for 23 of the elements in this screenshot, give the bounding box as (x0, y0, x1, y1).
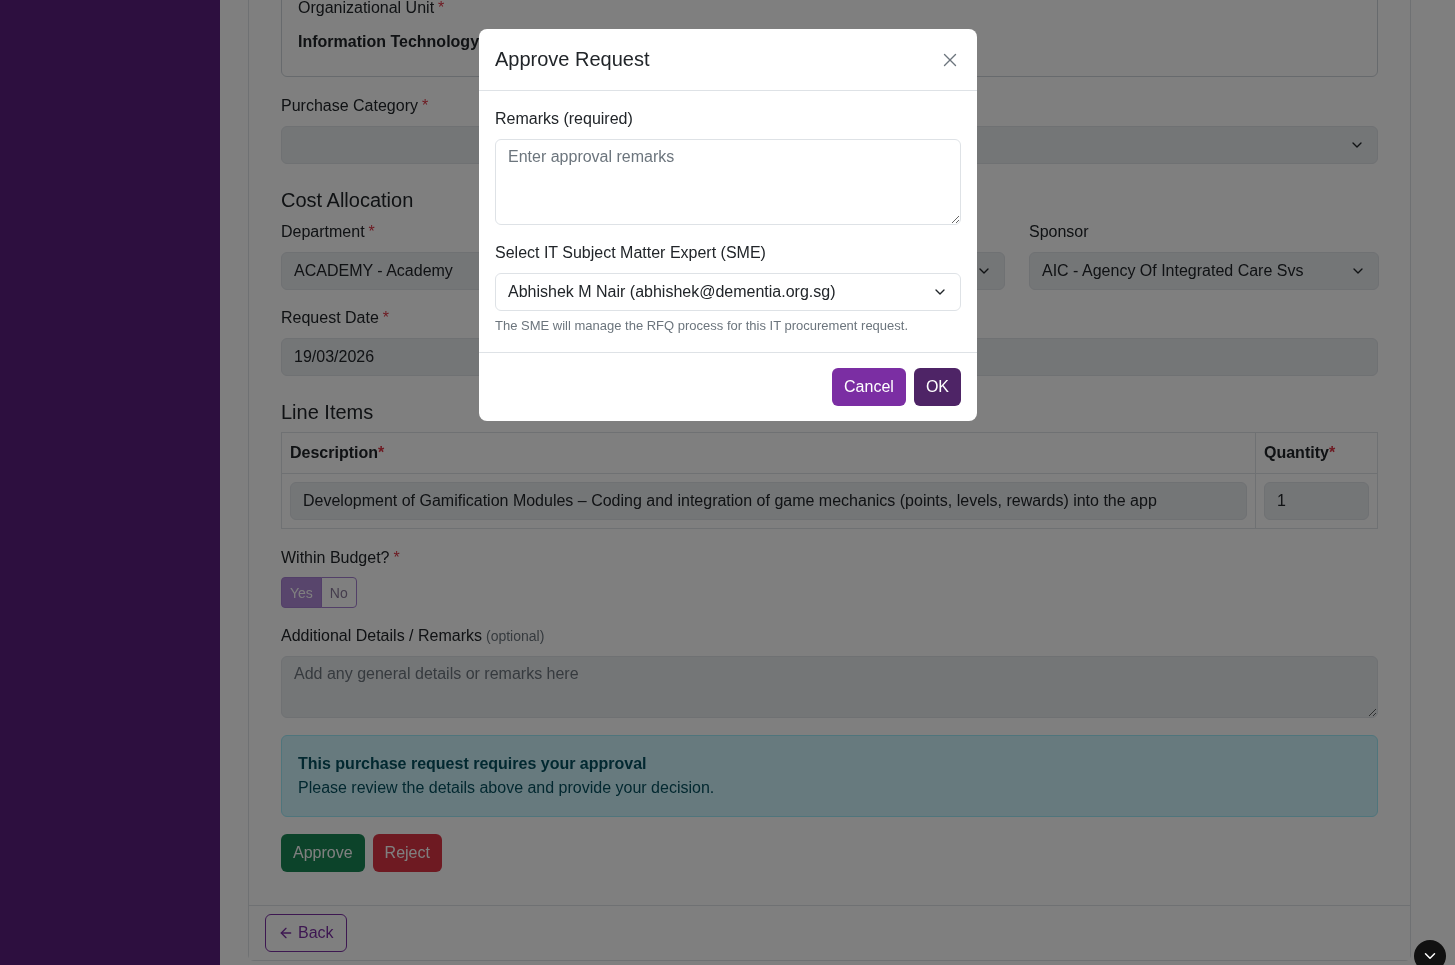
required-mark: * (382, 308, 390, 328)
column-header: Description* (281, 432, 1256, 474)
column-header: Quantity* (1255, 432, 1378, 474)
field-label: Request Date (281, 308, 379, 328)
section-heading: Line Items (281, 400, 375, 424)
optional-hint: (optional) (485, 627, 545, 646)
required-mark: * (393, 548, 400, 568)
required-mark: * (368, 222, 375, 242)
field-label: Remarks (required) (495, 109, 633, 129)
field-label: Sponsor (1029, 222, 1089, 242)
section-heading: Cost Allocation (281, 188, 415, 212)
required-mark: * (421, 96, 429, 116)
field-label: Within Budget? (281, 548, 390, 568)
required-mark: * (438, 0, 445, 18)
field-label: Additional Details / Remarks (281, 626, 482, 646)
alert-title: This purchase request requires your approval (298, 754, 648, 774)
field-label: Purchase Category (281, 96, 418, 116)
alert-text: Please review the details above and provide your decision. (298, 778, 716, 798)
field-label: Department (281, 222, 365, 242)
help-text: The SME will manage the RFQ process for this IT procurement request. (495, 317, 910, 335)
field-label: Organizational Unit (298, 0, 435, 18)
org-unit-value: Information Technology (298, 32, 481, 52)
dialog-title: Approve Request (495, 48, 650, 71)
